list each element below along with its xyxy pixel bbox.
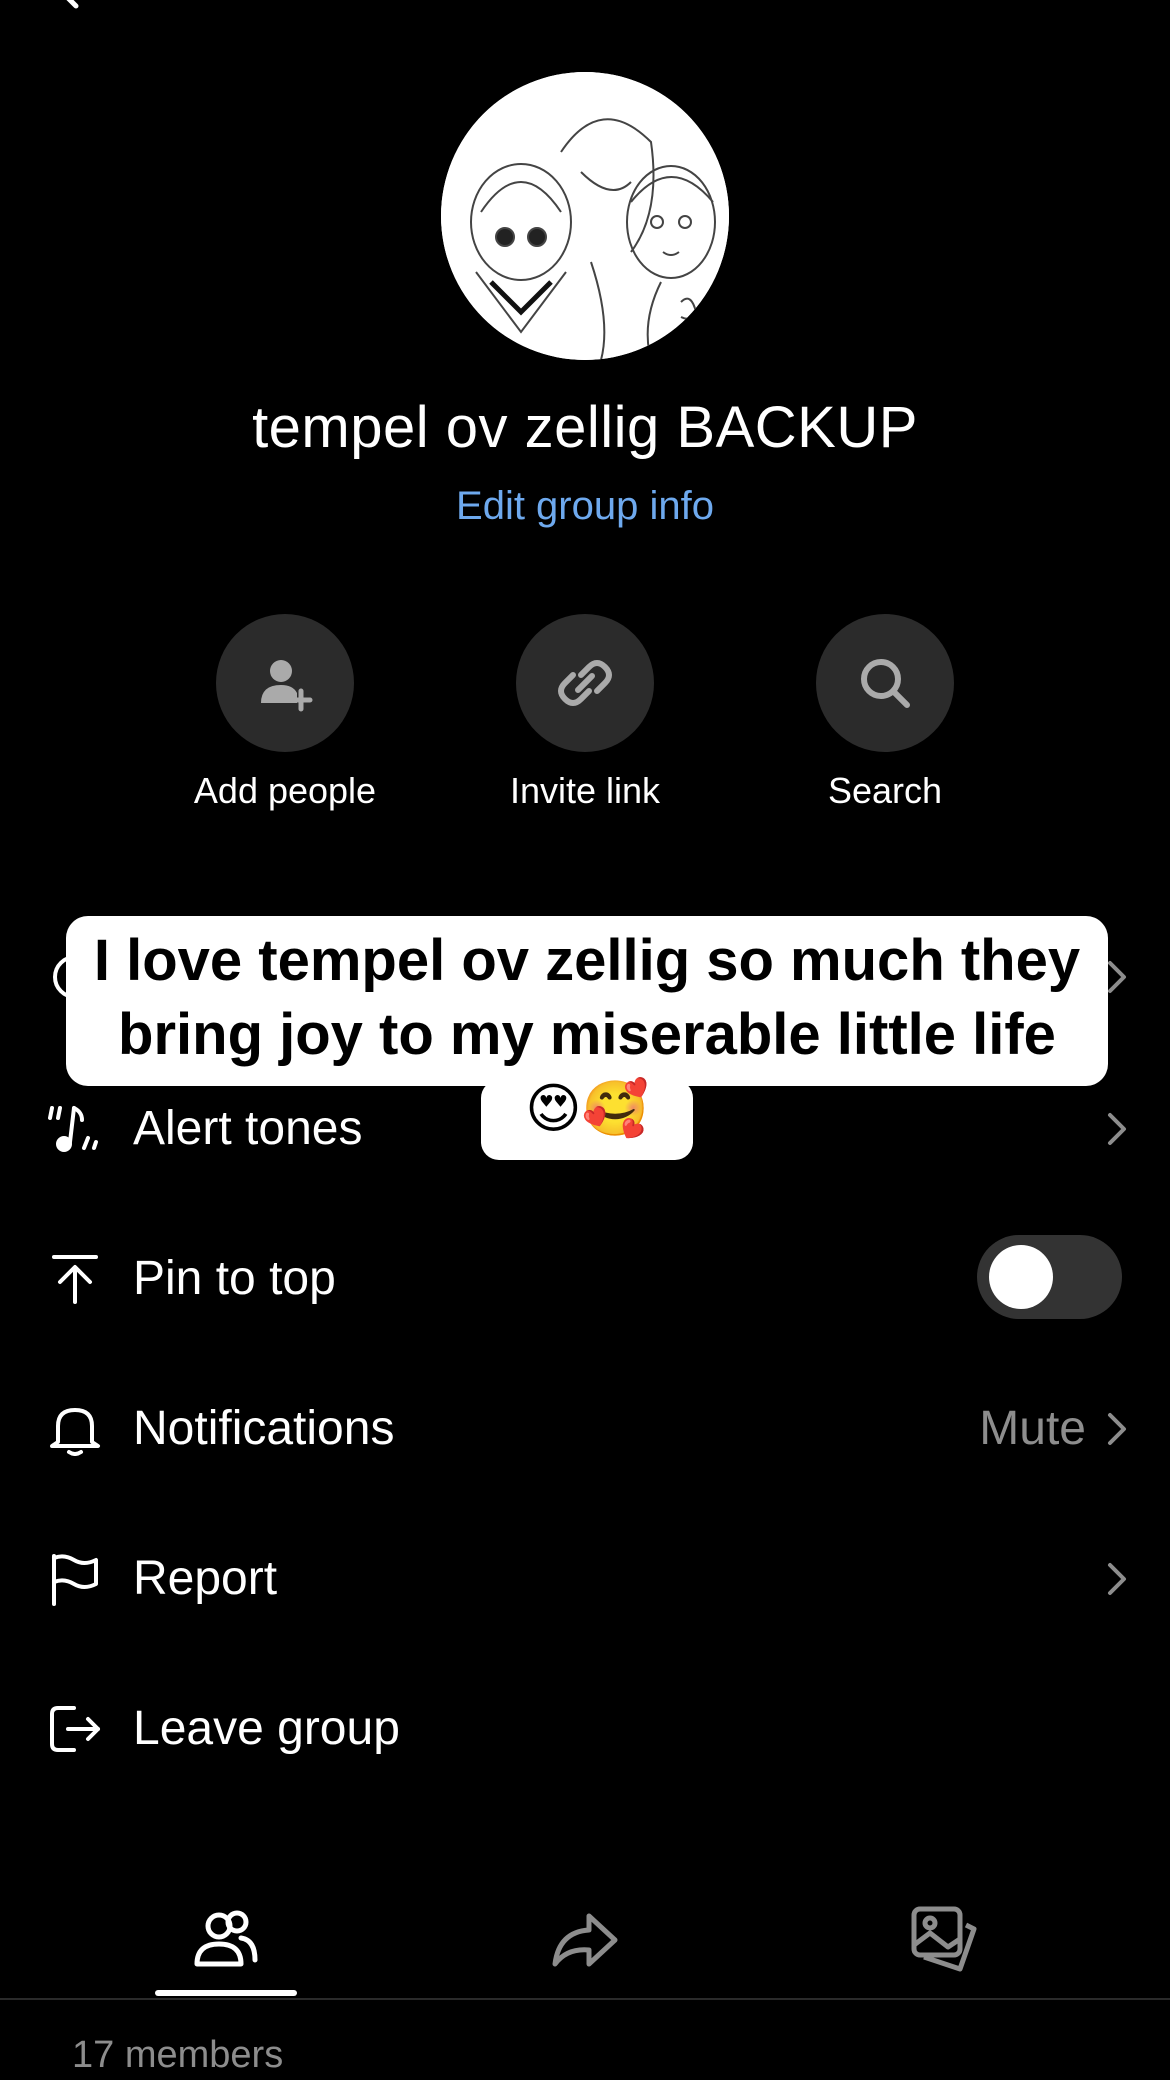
chevron-right-icon <box>1108 1563 1126 1595</box>
settings-row-pin-to-top[interactable]: Pin to top <box>0 1227 1170 1327</box>
media-icon <box>911 1906 977 1972</box>
settings-row-notifications[interactable]: Notifications Mute <box>0 1377 1170 1477</box>
chevron-right-icon <box>1108 1413 1126 1445</box>
flag-icon <box>52 1554 98 1606</box>
invite-link-button[interactable]: Invite link <box>475 614 695 812</box>
caption-text: I love tempel ov zellig so much they bri… <box>66 924 1108 1146</box>
add-people-circle[interactable] <box>216 614 354 752</box>
invite-link-circle[interactable] <box>516 614 654 752</box>
caption-line-1: I love tempel ov zellig so much they <box>93 928 1081 993</box>
caption-emoji: 😍🥰 <box>525 1079 649 1139</box>
notifications-label: Notifications <box>133 1402 395 1455</box>
group-name: tempel ov zellig BACKUP <box>252 395 918 460</box>
tab-media[interactable] <box>864 1880 1024 2000</box>
pin-top-icon <box>52 1255 98 1304</box>
pin-to-top-label: Pin to top <box>133 1252 336 1305</box>
members-icon <box>194 1910 258 1967</box>
tab-divider <box>0 1998 1170 2000</box>
link-icon <box>558 660 612 706</box>
edit-group-info-link[interactable]: Edit group info <box>0 484 1170 529</box>
active-tab-indicator <box>155 1990 297 1996</box>
group-avatar[interactable] <box>441 72 729 360</box>
search-circle[interactable] <box>816 614 954 752</box>
tab-members[interactable] <box>146 1880 306 2000</box>
leave-group-label: Leave group <box>133 1702 400 1755</box>
search-icon <box>861 659 910 708</box>
settings-row-leave-group[interactable]: Leave group <box>0 1677 1170 1777</box>
back-arrow-icon[interactable] <box>50 0 90 12</box>
notifications-value: Mute <box>979 1402 1086 1455</box>
share-icon <box>552 1913 618 1967</box>
search-label: Search <box>827 770 943 811</box>
pin-to-top-toggle[interactable] <box>977 1235 1122 1319</box>
add-people-label: Add people <box>193 770 377 811</box>
invite-link-label: Invite link <box>509 770 661 811</box>
add-person-icon <box>261 660 313 712</box>
search-button[interactable]: Search <box>775 614 995 812</box>
add-people-button[interactable]: Add people <box>175 614 395 812</box>
toggle-knob <box>989 1245 1053 1309</box>
report-label: Report <box>133 1552 278 1605</box>
bottom-tab-bar <box>0 1880 1170 2000</box>
settings-row-report[interactable]: Report <box>0 1527 1170 1627</box>
members-count: 17 members <box>72 2034 284 2076</box>
leave-icon <box>50 1706 100 1752</box>
tab-share[interactable] <box>505 1880 665 2000</box>
bell-icon <box>50 1408 100 1456</box>
caption-line-2: bring joy to my miserable little life <box>118 1002 1056 1067</box>
